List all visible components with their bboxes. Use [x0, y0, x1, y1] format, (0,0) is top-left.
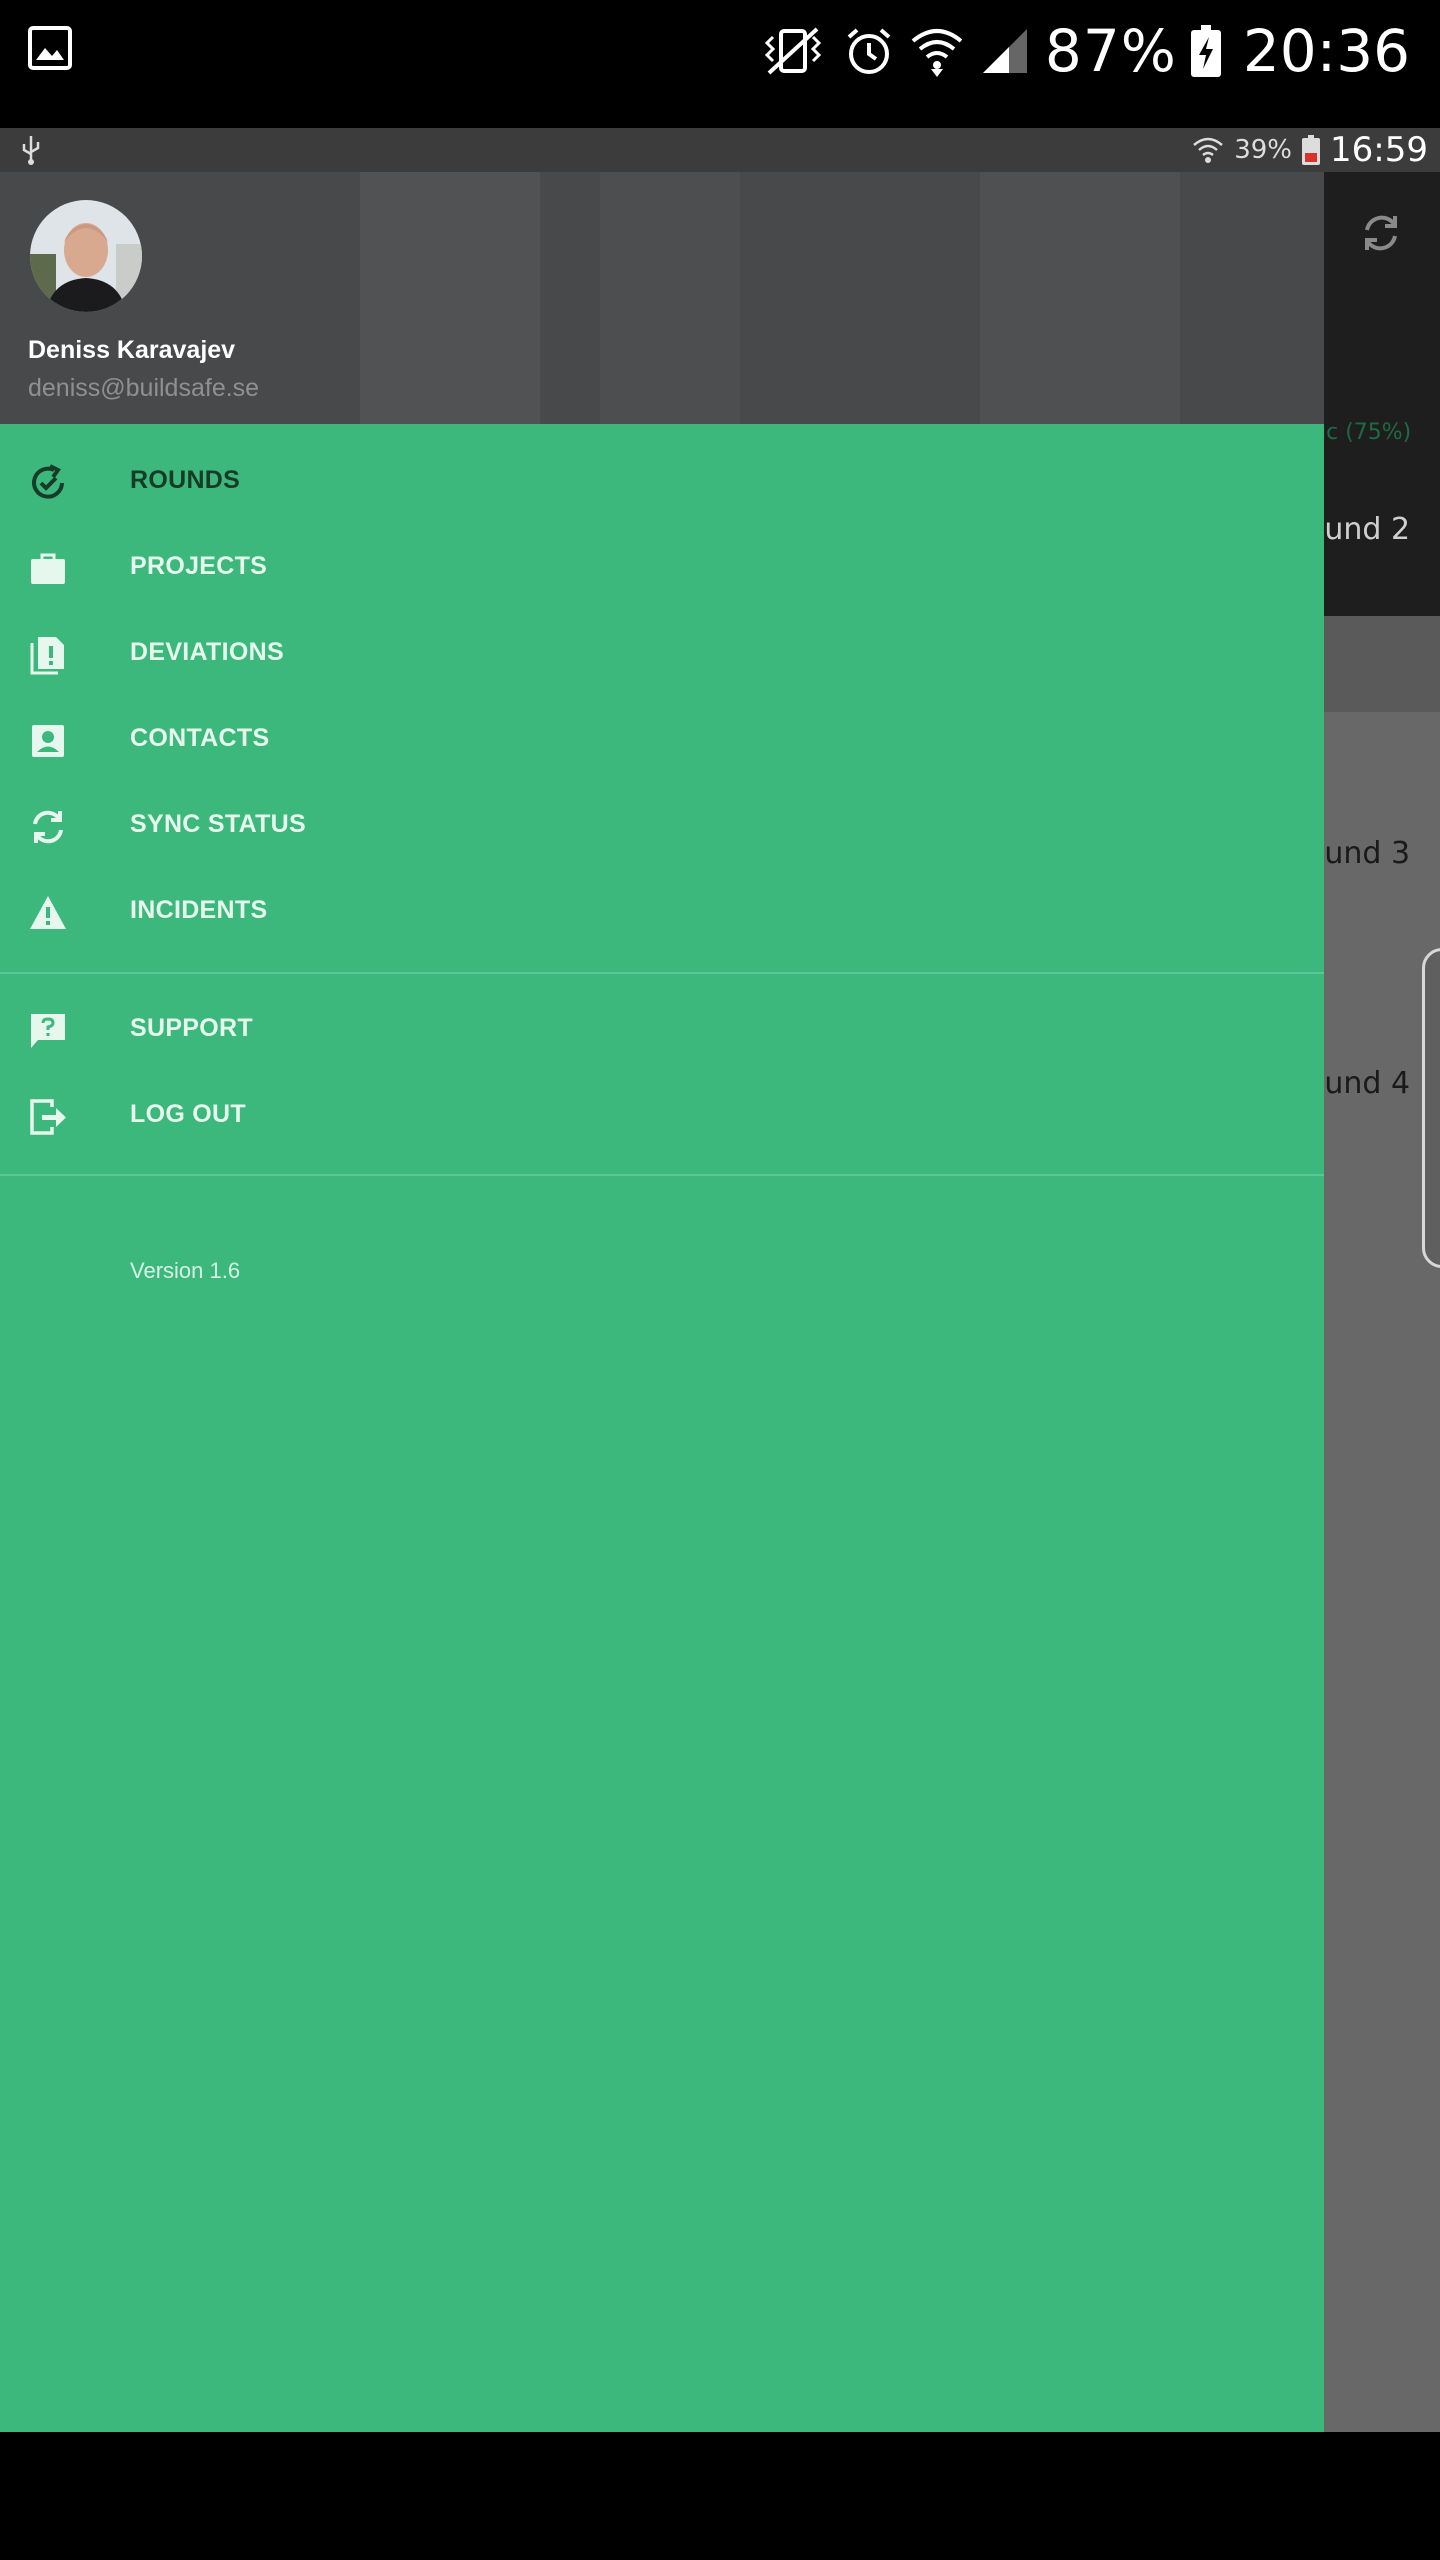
inner-battery-percent: 39% — [1234, 135, 1293, 165]
menu-item-sync-status[interactable]: SYNC STATUS — [0, 784, 1324, 870]
avatar-photo — [30, 200, 142, 312]
header-background-panel — [360, 172, 540, 424]
menu-item-label: PROJECTS — [130, 552, 268, 580]
menu-item-label: LOG OUT — [130, 1100, 246, 1128]
drawer-divider — [0, 1174, 1324, 1176]
usb-icon — [22, 136, 40, 165]
document-alert-icon — [30, 637, 64, 675]
menu-item-contacts[interactable]: CONTACTS — [0, 698, 1324, 784]
battery-charging-icon — [1190, 25, 1221, 77]
menu-item-rounds[interactable]: ROUNDS — [0, 440, 1324, 526]
menu-item-label: ROUNDS — [130, 466, 241, 494]
background-progress-text: ic (75%) — [1320, 420, 1412, 445]
menu-item-deviations[interactable]: DEVIATIONS — [0, 612, 1324, 698]
menu-item-incidents[interactable]: INCIDENTS — [0, 870, 1324, 956]
gallery-icon — [28, 26, 72, 70]
menu-item-label: CONTACTS — [130, 724, 270, 752]
app-screen: ic (75%) ound 2 ound 3 ound 4 39% 16:59 — [0, 128, 1440, 2432]
drawer-header: Deniss Karavajev deniss@buildsafe.se — [0, 172, 1324, 424]
header-background-panel — [600, 172, 740, 424]
avatar[interactable] — [30, 200, 142, 312]
device-bottom-bar — [0, 2432, 1440, 2560]
menu-item-projects[interactable]: PROJECTS — [0, 526, 1324, 612]
edge-panel-handle[interactable] — [1422, 948, 1440, 1268]
menu-item-log-out[interactable]: LOG OUT — [0, 1074, 1324, 1160]
rounds-check-icon — [32, 464, 64, 499]
menu-item-label: SYNC STATUS — [130, 810, 306, 838]
menu-item-label: DEVIATIONS — [130, 638, 284, 666]
device-battery-percent: 87% — [1044, 17, 1177, 85]
wifi-icon — [911, 29, 963, 77]
toolbar-sync-icon[interactable] — [1358, 210, 1404, 256]
vibrate-icon — [764, 27, 822, 75]
inner-status-bar: 39% 16:59 — [0, 128, 1440, 172]
briefcase-icon — [31, 553, 65, 584]
navigation-drawer: Deniss Karavajev deniss@buildsafe.se ROU… — [0, 172, 1324, 2432]
user-email: deniss@buildsafe.se — [28, 374, 260, 402]
signal-icon — [982, 29, 1027, 73]
inner-wifi-icon — [1193, 137, 1224, 163]
app-version: Version 1.6 — [130, 1258, 241, 1283]
header-background-panel — [980, 172, 1180, 424]
sync-icon — [33, 810, 63, 844]
user-name: Deniss Karavajev — [28, 336, 236, 364]
device-clock: 20:36 — [1242, 17, 1410, 85]
warning-icon — [30, 896, 66, 929]
logout-icon — [30, 1099, 66, 1135]
menu-item-label: SUPPORT — [130, 1014, 253, 1042]
help-chat-icon — [31, 1014, 65, 1048]
contact-card-icon — [32, 725, 64, 757]
inner-clock: 16:59 — [1330, 130, 1428, 170]
menu-item-label: INCIDENTS — [130, 896, 268, 924]
battery-low-icon — [1302, 135, 1321, 165]
device-status-bar: 87% 20:36 — [0, 0, 1440, 128]
drawer-divider — [0, 972, 1324, 974]
alarm-icon — [847, 28, 891, 74]
menu-item-support[interactable]: SUPPORT — [0, 988, 1324, 1074]
